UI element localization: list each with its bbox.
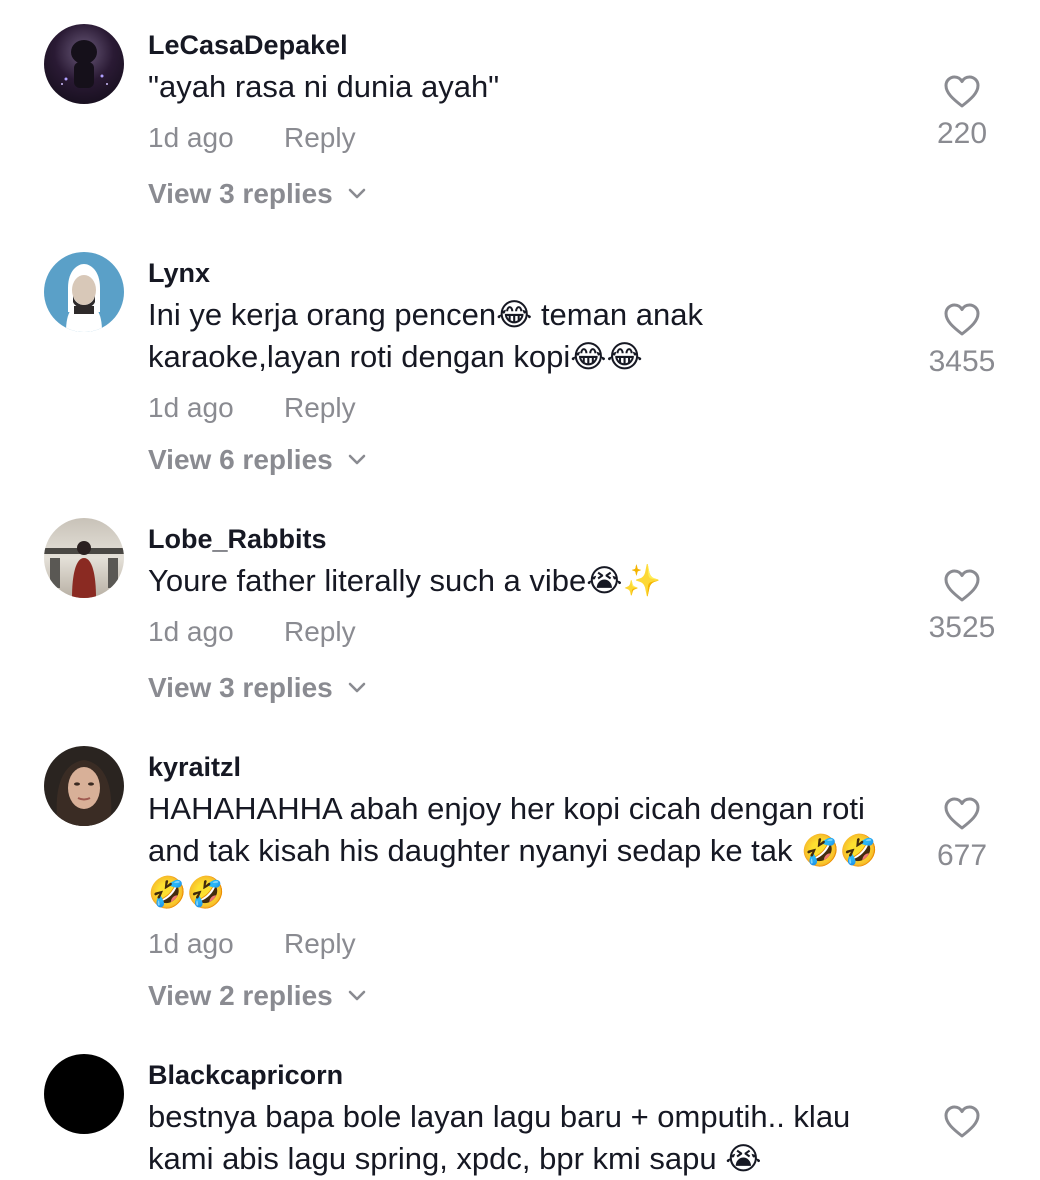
heart-outline-icon (944, 303, 980, 336)
like-button[interactable] (902, 1104, 1022, 1140)
heart-outline-icon (944, 75, 980, 108)
comment-time: 1d ago (148, 616, 234, 647)
comment-username[interactable]: Lynx (148, 257, 210, 289)
view-replies-button[interactable]: View 2 replies (148, 979, 367, 1013)
view-replies-button[interactable]: View 3 replies (148, 671, 367, 705)
view-replies-label: View 3 replies (148, 672, 333, 703)
view-replies-label: View 6 replies (148, 444, 333, 475)
comment-username[interactable]: LeCasaDepakel (148, 29, 348, 61)
comment-text: bestnya bapa bole layan lagu baru + ompu… (148, 1099, 851, 1176)
comment-time: 1d ago (148, 392, 234, 423)
comment-time: 1d ago (148, 122, 234, 153)
reply-button[interactable]: Reply (284, 121, 356, 155)
reply-button[interactable]: Reply (284, 615, 356, 649)
comment-text: "ayah rasa ni dunia ayah" (148, 69, 500, 104)
chevron-down-icon (348, 990, 366, 1001)
like-button[interactable]: 677 (902, 796, 1022, 874)
comment-username[interactable]: Blackcapricorn (148, 1059, 343, 1091)
like-count: 677 (936, 839, 988, 872)
comment-text: Youre father literally such a vibe😭✨ (148, 563, 662, 598)
avatar[interactable] (44, 518, 124, 598)
comment-time: 1d ago (148, 928, 234, 959)
avatar[interactable] (44, 1054, 124, 1134)
like-button[interactable]: 3455 (902, 302, 1022, 380)
like-count: 3525 (928, 611, 996, 644)
reply-button[interactable]: Reply (284, 391, 356, 425)
comment-username[interactable]: Lobe_Rabbits (148, 523, 327, 555)
avatar[interactable] (44, 746, 124, 826)
chevron-down-icon (348, 682, 366, 693)
like-count: 3455 (928, 345, 996, 378)
heart-outline-icon (944, 1105, 980, 1138)
view-replies-button[interactable]: View 3 replies (148, 177, 367, 211)
chevron-down-icon (348, 188, 366, 199)
chevron-down-icon (348, 454, 366, 465)
avatar[interactable] (44, 252, 124, 332)
heart-outline-icon (944, 797, 980, 830)
view-replies-button[interactable]: View 6 replies (148, 443, 367, 477)
like-button[interactable]: 220 (902, 74, 1022, 152)
like-button[interactable]: 3525 (902, 568, 1022, 646)
avatar[interactable] (44, 24, 124, 104)
comment-text: Ini ye kerja orang pencen😂 teman anak ka… (148, 297, 703, 374)
heart-outline-icon (944, 569, 980, 602)
view-replies-label: View 3 replies (148, 178, 333, 209)
view-replies-label: View 2 replies (148, 980, 333, 1011)
reply-button[interactable]: Reply (284, 927, 356, 961)
comment-text: HAHAHAHHA abah enjoy her kopi cicah deng… (148, 791, 879, 910)
like-count: 220 (936, 117, 988, 150)
comment-username[interactable]: kyraitzl (148, 751, 241, 783)
